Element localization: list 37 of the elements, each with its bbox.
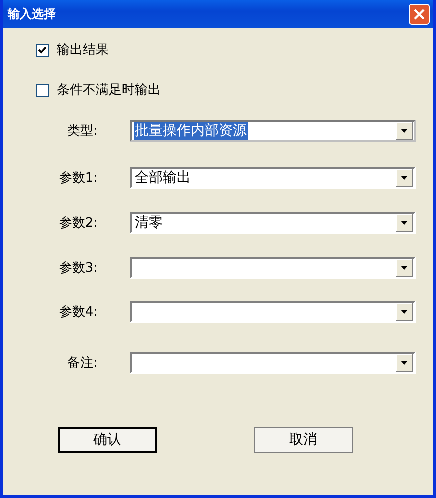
close-button[interactable] (409, 4, 430, 24)
dropdown-field[interactable]: 清零 (130, 212, 416, 234)
dropdown-field[interactable]: 批量操作内部资源 (130, 120, 416, 142)
field-value: 批量操作内部资源 (134, 122, 248, 140)
caret-icon (401, 310, 408, 314)
caret-icon (401, 176, 408, 180)
dropdown-button[interactable] (396, 122, 413, 140)
dialog-button[interactable]: 确认 (58, 427, 157, 453)
caret-icon (401, 361, 408, 365)
dropdown-button[interactable] (396, 354, 413, 372)
caret-icon (401, 266, 408, 270)
dropdown-button[interactable] (396, 259, 413, 277)
checkbox-label: 条件不满足时输出 (57, 82, 161, 99)
close-icon (413, 8, 426, 20)
dropdown-field[interactable] (130, 301, 416, 323)
field-label: 参数3: (58, 260, 99, 277)
window-title: 输入选择 (8, 6, 56, 22)
field-value: 清零 (134, 214, 164, 232)
checkbox-label: 输出结果 (57, 42, 109, 59)
checkbox[interactable] (36, 44, 49, 56)
field-value: 全部输出 (134, 169, 192, 187)
dialog-button[interactable]: 取消 (254, 427, 353, 453)
checkbox[interactable] (36, 84, 49, 96)
caret-icon (401, 129, 408, 133)
dropdown-field[interactable] (130, 257, 416, 279)
checkmark-icon (38, 46, 47, 54)
field-label: 参数1: (58, 170, 99, 187)
field-label: 备注: (66, 355, 99, 372)
caret-icon (401, 221, 408, 225)
dropdown-field[interactable] (130, 352, 416, 374)
field-label: 参数4: (58, 304, 99, 321)
dropdown-button[interactable] (396, 303, 413, 321)
dropdown-button[interactable] (396, 169, 413, 187)
dropdown-button[interactable] (396, 214, 413, 232)
dropdown-field[interactable]: 全部输出 (130, 167, 416, 189)
field-label: 参数2: (58, 215, 99, 232)
field-label: 类型: (66, 123, 99, 140)
